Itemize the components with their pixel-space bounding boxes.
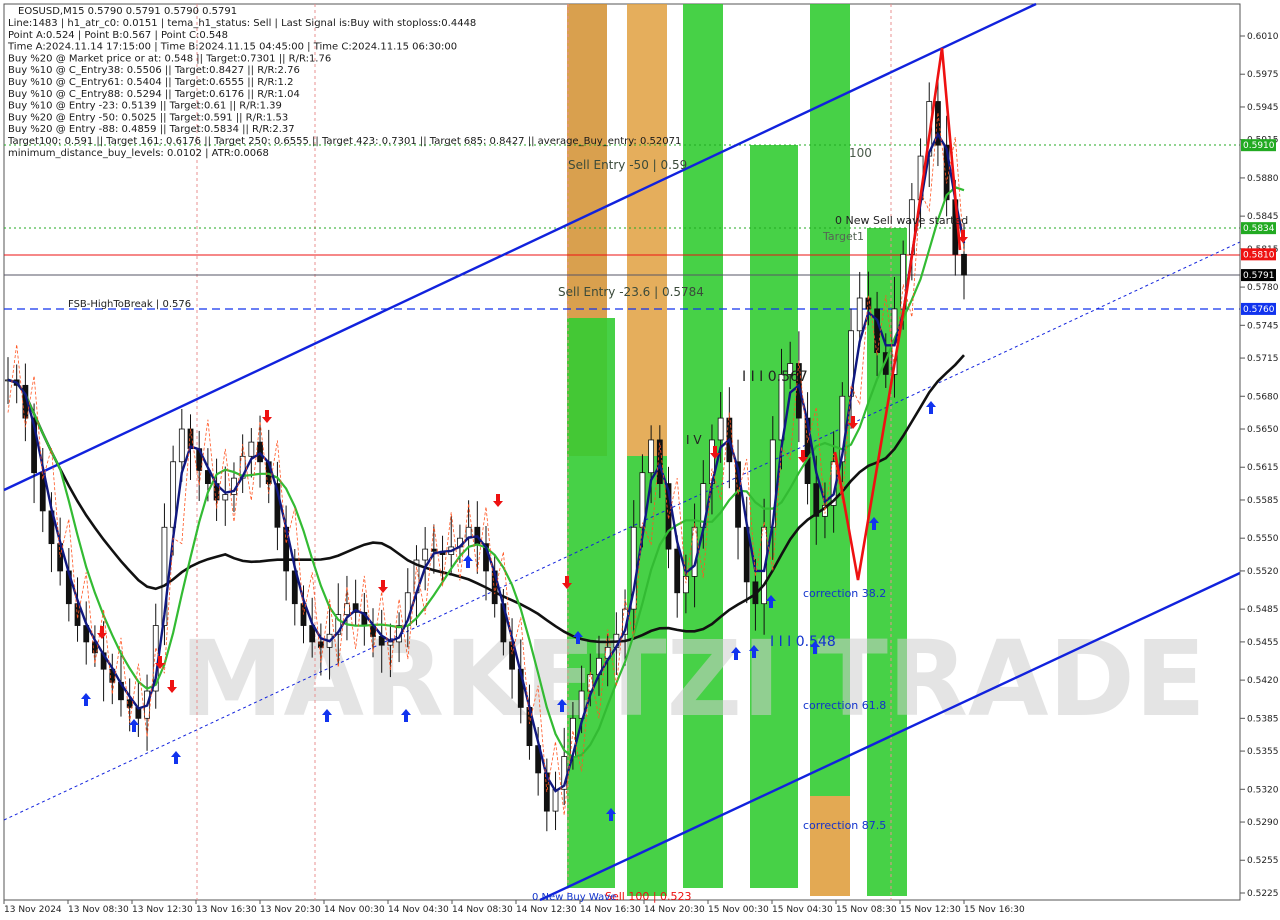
candle-body: [257, 441, 263, 463]
info-line: Buy %20 @ Entry -50: 0.5025 || Target:0.…: [8, 112, 288, 123]
price-tick-label: 0.5650: [1247, 425, 1279, 435]
correction-618-label: correction 61.8: [803, 699, 886, 712]
price-tick-label: 0.5585: [1247, 496, 1279, 506]
info-line: Buy %20 @ Market price or at: 0.548 || T…: [8, 53, 331, 64]
price-tag-label: 0.5791: [1243, 271, 1275, 281]
info-line: Line:1483 | h1_atr_c0: 0.0151 | tema_h1_…: [8, 18, 476, 29]
candle-body: [656, 439, 663, 485]
sell-100-label: Sell 100 | 0.523: [605, 890, 692, 903]
time-tick-label: 13 Nov 12:30: [132, 905, 193, 915]
info-line: Buy %10 @ C_Entry61: 0.5404 || Target:0.…: [8, 77, 293, 88]
info-line: Time A:2024.11.14 17:15:00 | Time B:2024…: [7, 42, 457, 53]
target1-label: Target1: [822, 230, 864, 243]
price-axis: 0.60100.59750.59450.59150.58800.58450.58…: [1240, 32, 1279, 899]
time-axis: 13 Nov 2024 13 Nov 08:30 13 Nov 12:30 13 No…: [3, 900, 1025, 915]
price-tag-label: 0.5834: [1243, 224, 1275, 234]
time-tick-label: 13 Nov 16:30: [196, 905, 257, 915]
price-tick-label: 0.5385: [1247, 714, 1279, 724]
candle-body: [961, 253, 967, 276]
sell-entry-236-label: Sell Entry -23.6 | 0.5784: [558, 285, 704, 299]
info-line: minimum_distance_buy_levels: 0.0102 | AT…: [8, 148, 269, 159]
info-line: Buy %10 @ C_Entry38: 0.5506 || Target:0.…: [8, 65, 300, 76]
price-tick-label: 0.5320: [1247, 785, 1279, 795]
candle-body: [552, 788, 559, 812]
time-tick-label: 14 Nov 04:30: [388, 905, 449, 915]
price-tick-label: 0.5355: [1247, 747, 1279, 757]
candle-body: [648, 439, 655, 474]
candle-body: [422, 548, 429, 561]
price-tick-label: 0.5745: [1247, 321, 1279, 331]
price-tick-label: 0.5225: [1247, 889, 1279, 899]
price-tag-label: 0.5810: [1243, 250, 1275, 260]
candle-body: [717, 417, 724, 441]
price-tick-label: 0.5455: [1247, 638, 1279, 648]
correction-875-label: correction 87.5: [803, 819, 886, 832]
price-tag-label: 0.5760: [1243, 305, 1275, 315]
time-tick-label: 15 Nov 08:30: [836, 905, 897, 915]
price-tick-label: 0.5485: [1247, 605, 1279, 615]
info-line: Buy %10 @ Entry -23: 0.5139 || Target:0.…: [8, 101, 282, 112]
orange-zone-band: [810, 796, 850, 896]
price-tick-label: 0.5520: [1247, 567, 1279, 577]
candle-body: [248, 441, 255, 457]
info-line: Point A:0.524 | Point B:0.567 | Point C:…: [8, 30, 228, 41]
price-tick-label: 0.5290: [1247, 818, 1279, 828]
price-tick-label: 0.5780: [1247, 283, 1279, 293]
time-tick-label: 14 Nov 12:30: [516, 905, 577, 915]
price-tick-label: 0.5845: [1247, 212, 1279, 222]
time-tick-label: 14 Nov 00:30: [324, 905, 385, 915]
time-tick-label: 14 Nov 08:30: [452, 905, 513, 915]
price-tick-label: 0.5880: [1247, 174, 1279, 184]
orange-zone-band: [627, 4, 667, 456]
candle-body: [874, 308, 880, 353]
target-100-label: 100: [849, 146, 872, 160]
point-b-label: I I I 0.567: [742, 369, 808, 385]
time-tick-label: 13 Nov 08:30: [68, 905, 129, 915]
new-sell-wave-label: 0 New Sell wave started: [835, 214, 968, 227]
candle-body: [674, 548, 681, 594]
chart-container: MARKETZI TRADE Sell Entry -50 | 0.59 Sel…: [0, 0, 1280, 920]
info-line: Buy %10 @ C_Entry88: 0.5294 || Target:0.…: [8, 89, 300, 100]
price-tick-label: 0.6010: [1247, 32, 1279, 42]
time-tick-label: 15 Nov 04:30: [772, 905, 833, 915]
time-tick-label: 13 Nov 2024: [4, 905, 62, 915]
price-tick-label: 0.5615: [1247, 463, 1279, 473]
price-tag-label: 0.5910: [1243, 141, 1275, 151]
symbol-header: EOSUSD,M15 0.5790 0.5791 0.5790 0.5791: [18, 6, 237, 17]
candle-body: [856, 297, 863, 332]
time-tick-label: 15 Nov 00:30: [708, 905, 769, 915]
candle-body: [222, 494, 229, 501]
time-tick-label: 14 Nov 16:30: [580, 905, 641, 915]
price-tick-label: 0.5550: [1247, 534, 1279, 544]
price-tick-label: 0.5680: [1247, 392, 1279, 402]
candle-body: [430, 548, 437, 552]
candle-body: [178, 428, 185, 463]
price-tick-label: 0.5420: [1247, 676, 1279, 686]
price-tick-label: 0.5255: [1247, 856, 1279, 866]
price-tick-label: 0.5975: [1247, 70, 1279, 80]
sell-entry-50-label: Sell Entry -50 | 0.59: [568, 158, 687, 172]
info-line: Target100: 0.591 || Target 161: 0.6176 |…: [7, 136, 681, 147]
price-tick-label: 0.5945: [1247, 103, 1279, 113]
chart-svg: MARKETZI TRADE Sell Entry -50 | 0.59 Sel…: [3, 2, 1279, 915]
time-tick-label: 15 Nov 12:30: [900, 905, 961, 915]
time-tick-label: 13 Nov 20:30: [260, 905, 321, 915]
green-zone-band: [567, 318, 615, 888]
new-buy-wave-label: 0 New Buy Wave: [532, 892, 616, 903]
correction-382-label: correction 38.2: [803, 587, 886, 600]
info-line: Buy %20 @ Entry -88: 0.4859 || Target:0.…: [8, 124, 295, 135]
time-tick-label: 14 Nov 20:30: [644, 905, 705, 915]
fsb-label: FSB-HighToBreak | 0.576: [68, 299, 191, 310]
time-tick-label: 15 Nov 16:30: [964, 905, 1025, 915]
point-c-label: I I I 0.548: [770, 634, 836, 650]
point-iv-label: I V: [686, 433, 702, 447]
price-tick-label: 0.5715: [1247, 354, 1279, 364]
